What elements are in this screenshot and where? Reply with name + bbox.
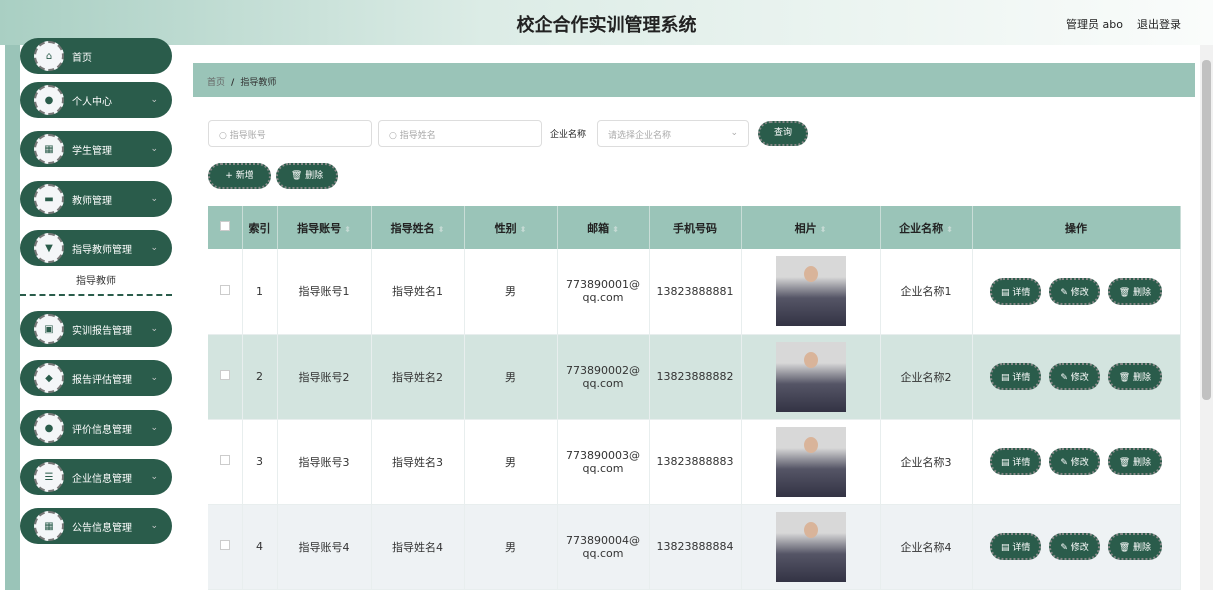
detail-button[interactable]: ▤ 详情 <box>989 277 1042 305</box>
add-button[interactable]: + 新增 <box>208 163 271 189</box>
brush-icon: ▼ <box>34 233 64 263</box>
report-icon: ▣ <box>34 314 64 344</box>
sort-icon: ⬍ <box>437 224 445 234</box>
table-row: 1 指导账号1 指导姓名1 男 773890001@qq.com 1382388… <box>208 249 1181 335</box>
sidebar-item-9[interactable]: ▦ 公告信息管理 ⌄ <box>20 508 172 544</box>
user-icon: ● <box>34 413 64 443</box>
detail-button[interactable]: ▤ 详情 <box>989 363 1042 390</box>
column-header[interactable]: 邮箱 ⬍ <box>557 206 650 249</box>
sidebar-item-8[interactable]: ☰ 企业信息管理 ⌄ <box>20 459 172 495</box>
scrollbar-thumb[interactable] <box>1202 60 1211 400</box>
edit-button[interactable]: ✎ 修改 <box>1049 363 1100 390</box>
column-header[interactable]: 指导姓名 ⬍ <box>371 206 465 249</box>
chevron-down-icon: ⌄ <box>150 144 158 154</box>
column-header[interactable]: 相片 ⬍ <box>741 206 881 249</box>
column-header[interactable]: 手机号码 <box>649 206 742 249</box>
chevron-down-icon: ⌄ <box>150 324 158 334</box>
sidebar-item-6[interactable]: ◆ 报告评估管理 ⌄ <box>20 360 172 396</box>
detail-button[interactable]: ▤ 详情 <box>989 533 1042 560</box>
column-header[interactable]: 操作 <box>972 206 1181 249</box>
logout-link[interactable]: 退出登录 <box>1137 18 1181 31</box>
sort-icon: ⬍ <box>519 224 527 234</box>
edit-button[interactable]: ✎ 修改 <box>1049 448 1100 475</box>
chevron-down-icon: ⌄ <box>150 472 158 482</box>
teacher-photo <box>775 511 846 582</box>
breadcrumb-home[interactable]: 首页 <box>207 78 225 88</box>
chevron-down-icon: ⌄ <box>150 243 158 253</box>
sidebar-item-label: 企业信息管理 <box>72 473 132 485</box>
location-icon: ◆ <box>34 363 64 393</box>
sidebar-item-label: 公告信息管理 <box>72 522 132 534</box>
sort-icon: ⬍ <box>612 224 619 234</box>
company-label: 企业名称 <box>550 130 587 140</box>
top-bar: 校企合作实训管理系统 管理员 abo 退出登录 <box>0 0 1213 45</box>
sidebar-item-1[interactable]: ● 个人中心 ⌄ <box>20 82 172 118</box>
sidebar-item-3[interactable]: ▬ 教师管理 ⌄ <box>20 181 172 217</box>
teacher-photo <box>775 426 846 497</box>
chevron-down-icon: ⌄ <box>150 521 158 531</box>
sort-icon: ⬍ <box>819 224 827 234</box>
chevron-down-icon: ⌄ <box>730 128 738 138</box>
breadcrumb-current: 指导教师 <box>240 78 277 88</box>
name-search-input[interactable]: ○ 指导姓名 <box>378 120 542 147</box>
user-icon: ● <box>34 85 64 115</box>
sidebar-item-0[interactable]: ⌂ 首页 <box>20 38 172 74</box>
detail-button[interactable]: ▤ 详情 <box>989 448 1042 475</box>
table-row: 2 指导账号2 指导姓名2 男 773890002@qq.com 1382388… <box>208 334 1181 420</box>
row-checkbox[interactable] <box>208 504 243 590</box>
sidebar-item-2[interactable]: ▦ 学生管理 ⌄ <box>20 131 172 167</box>
sidebar-item-label: 首页 <box>72 52 92 64</box>
row-checkbox[interactable] <box>208 419 243 505</box>
company-select[interactable]: 请选择企业名称 ⌄ <box>597 120 749 147</box>
row-checkbox[interactable] <box>208 249 243 335</box>
column-header[interactable]: 索引 <box>242 206 278 249</box>
sidebar-item-4[interactable]: ▼ 指导教师管理 ⌄ <box>20 230 172 266</box>
column-header[interactable]: 企业名称 ⬍ <box>880 206 973 249</box>
delete-button[interactable]: 🗑 删除 <box>1107 448 1163 475</box>
sidebar-item-label: 个人中心 <box>72 96 112 108</box>
sliders-icon: ☰ <box>34 462 64 492</box>
sidebar-item-label: 教师管理 <box>72 195 112 207</box>
batch-delete-button[interactable]: 🗑 删除 <box>276 163 338 189</box>
grid-icon: ▦ <box>34 134 64 164</box>
query-button[interactable]: 查询 <box>758 121 808 146</box>
chevron-down-icon: ⌄ <box>150 373 158 383</box>
delete-button[interactable]: 🗑 删除 <box>1107 533 1163 560</box>
table-row: 3 指导账号3 指导姓名3 男 773890003@qq.com 1382388… <box>208 419 1181 505</box>
teacher-table: 索引 指导账号 ⬍ 指导姓名 ⬍ 性别 ⬍ 邮箱 ⬍ 手机号码 相片 ⬍ 企业名称 ⬍ 操作 1 指导账号1… <box>208 206 1181 590</box>
sidebar-item-label: 指导教师管理 <box>72 244 132 256</box>
column-header[interactable]: 性别 ⬍ <box>464 206 558 249</box>
delete-button[interactable]: 🗑 删除 <box>1107 277 1163 305</box>
column-header[interactable]: 指导账号 ⬍ <box>277 206 372 249</box>
edit-button[interactable]: ✎ 修改 <box>1049 533 1100 560</box>
sidebar-item-label: 学生管理 <box>72 145 112 157</box>
app-title: 校企合作实训管理系统 <box>516 15 697 36</box>
user-name: 管理员 abo <box>1066 18 1123 31</box>
teacher-photo <box>775 341 846 412</box>
sort-icon: ⬍ <box>946 224 953 234</box>
grid-icon: ▦ <box>34 511 64 541</box>
breadcrumb: 首页 / 指导教师 <box>193 63 1195 97</box>
chevron-down-icon: ⌄ <box>150 194 158 204</box>
chevron-down-icon: ⌄ <box>150 95 158 105</box>
teacher-photo <box>775 256 846 327</box>
delete-button[interactable]: 🗑 删除 <box>1107 363 1163 390</box>
sidebar-item-7[interactable]: ● 评价信息管理 ⌄ <box>20 410 172 446</box>
home-icon: ⌂ <box>34 41 64 71</box>
sidebar-subitem-guide-teacher[interactable]: 指导教师 <box>20 270 172 296</box>
table-row: 4 指导账号4 指导姓名4 男 773890004@qq.com 1382388… <box>208 504 1181 590</box>
chevron-down-icon: ⌄ <box>150 423 158 433</box>
sort-icon: ⬍ <box>344 224 351 234</box>
sidebar-item-5[interactable]: ▣ 实训报告管理 ⌄ <box>20 311 172 347</box>
sidebar-item-label: 实训报告管理 <box>72 325 132 337</box>
sidebar-item-label: 评价信息管理 <box>72 424 132 436</box>
select-all-checkbox[interactable] <box>208 206 243 249</box>
edit-button[interactable]: ✎ 修改 <box>1049 277 1100 305</box>
sidebar-item-label: 报告评估管理 <box>72 374 132 386</box>
briefcase-icon: ▬ <box>34 184 64 214</box>
row-checkbox[interactable] <box>208 334 243 420</box>
account-search-input[interactable]: ○ 指导账号 <box>208 120 372 147</box>
